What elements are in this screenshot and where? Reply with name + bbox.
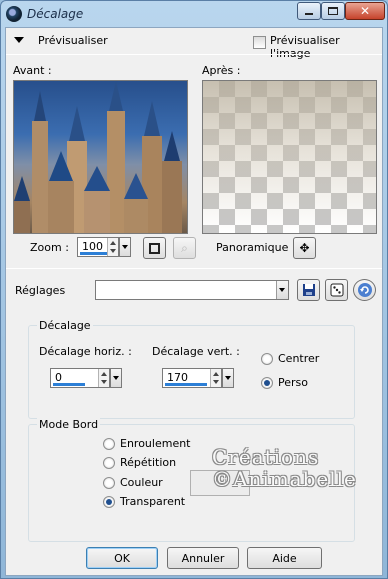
- help-button[interactable]: Aide: [247, 547, 322, 569]
- wrap-radio-label: Enroulement: [120, 437, 191, 450]
- maximize-icon: [328, 7, 338, 15]
- horizontal-offset-spinner[interactable]: [98, 369, 109, 387]
- wrap-radio[interactable]: [103, 438, 115, 450]
- preview-header: Prévisualiser Prévisualiser l'image: [6, 28, 382, 60]
- pan-label: Panoramique :: [216, 241, 296, 254]
- dialog-body: Prévisualiser Prévisualiser l'image Avan…: [5, 27, 383, 576]
- preset-combobox[interactable]: [95, 280, 289, 300]
- zoom-spinner[interactable]: [107, 238, 118, 256]
- horizontal-offset-label: Décalage horiz. :: [39, 345, 132, 358]
- zoom-input[interactable]: 100: [77, 237, 119, 257]
- vertical-offset-spinner[interactable]: [210, 369, 221, 387]
- vertical-offset-input[interactable]: 170: [162, 368, 222, 388]
- custom-radio-label: Perso: [278, 376, 308, 389]
- spin-up-icon[interactable]: [110, 241, 116, 245]
- spin-up-icon[interactable]: [213, 372, 219, 376]
- minimize-button[interactable]: [297, 2, 321, 20]
- spin-down-icon[interactable]: [213, 380, 219, 384]
- zoom-dropdown[interactable]: [119, 237, 131, 257]
- preview-header-label: Prévisualiser: [38, 34, 108, 47]
- vertical-offset-label: Décalage vert. :: [152, 345, 240, 358]
- preview-image-label: Prévisualiser l'image: [270, 34, 340, 60]
- preview-divider: [6, 268, 382, 269]
- window-title: Décalage: [27, 7, 84, 21]
- after-preview-overlay: [203, 81, 376, 233]
- settings-label: Réglages: [15, 284, 66, 297]
- after-preview-image[interactable]: [202, 80, 377, 234]
- randomize-button[interactable]: [325, 279, 348, 301]
- chevron-down-icon: [113, 376, 119, 380]
- header-divider: [6, 54, 382, 55]
- maximize-button[interactable]: [321, 2, 345, 20]
- zoom-lens-button[interactable]: ⌕: [173, 237, 196, 259]
- vertical-offset-dropdown[interactable]: [222, 368, 234, 388]
- chevron-down-icon: [225, 376, 231, 380]
- preview-image-checkbox[interactable]: [253, 36, 266, 49]
- vertical-offset-bar: [165, 383, 207, 386]
- color-radio-label: Couleur: [120, 476, 163, 489]
- edge-mode-group-title: Mode Bord: [37, 418, 101, 431]
- watermark: Créations ©Animabelle: [212, 446, 357, 490]
- before-label: Avant :: [13, 64, 52, 77]
- horizontal-offset-input[interactable]: 0: [50, 368, 110, 388]
- save-preset-button[interactable]: [297, 279, 320, 301]
- after-label: Après :: [202, 64, 241, 77]
- custom-radio[interactable]: [261, 377, 273, 389]
- reset-button[interactable]: [353, 279, 376, 301]
- center-radio-label: Centrer: [278, 352, 320, 365]
- fit-icon: [149, 242, 160, 254]
- app-icon: [6, 6, 22, 22]
- offset-group: Décalage Décalage horiz. : 0 Décalage ve…: [28, 319, 355, 419]
- spin-down-icon[interactable]: [101, 380, 107, 384]
- title-bar[interactable]: Décalage ✕: [1, 1, 387, 27]
- transparent-radio-label: Transparent: [120, 495, 186, 508]
- horizontal-offset-bar: [53, 383, 85, 386]
- chevron-down-icon: [122, 245, 128, 249]
- pan-button[interactable]: ✥: [293, 237, 316, 259]
- color-radio[interactable]: [103, 477, 115, 489]
- transparent-radio[interactable]: [103, 496, 115, 508]
- undo-icon: [357, 283, 372, 297]
- close-icon: ✕: [359, 4, 371, 18]
- preset-dropdown[interactable]: [276, 281, 288, 299]
- repeat-radio[interactable]: [103, 457, 115, 469]
- horizontal-offset-dropdown[interactable]: [110, 368, 122, 388]
- floppy-disk-icon: [302, 284, 315, 296]
- collapse-triangle-icon[interactable]: [14, 37, 24, 43]
- ok-button[interactable]: OK: [86, 547, 158, 569]
- dialog-window: Décalage ✕ Prévisualiser Prévisualiser l…: [0, 0, 388, 579]
- castle-illustration: [14, 81, 182, 233]
- chevron-down-icon: [279, 288, 285, 292]
- before-preview-image[interactable]: [13, 80, 188, 234]
- dice-icon: [330, 283, 343, 297]
- spin-up-icon[interactable]: [101, 372, 107, 376]
- offset-group-title: Décalage: [37, 319, 93, 332]
- move-icon: ✥: [299, 241, 310, 255]
- watermark-line2: ©Animabelle: [212, 467, 357, 491]
- cancel-button[interactable]: Annuler: [167, 547, 239, 569]
- zoom-level-bar: [80, 252, 108, 255]
- magnifier-icon: ⌕: [181, 240, 188, 255]
- center-radio[interactable]: [261, 353, 273, 365]
- watermark-line1: Créations: [212, 445, 320, 469]
- zoom-label: Zoom :: [30, 241, 69, 254]
- minimize-icon: [305, 13, 313, 15]
- repeat-radio-label: Répétition: [120, 456, 177, 469]
- close-button[interactable]: ✕: [345, 2, 385, 20]
- spin-down-icon[interactable]: [110, 249, 116, 253]
- zoom-to-fit-button[interactable]: [143, 237, 166, 259]
